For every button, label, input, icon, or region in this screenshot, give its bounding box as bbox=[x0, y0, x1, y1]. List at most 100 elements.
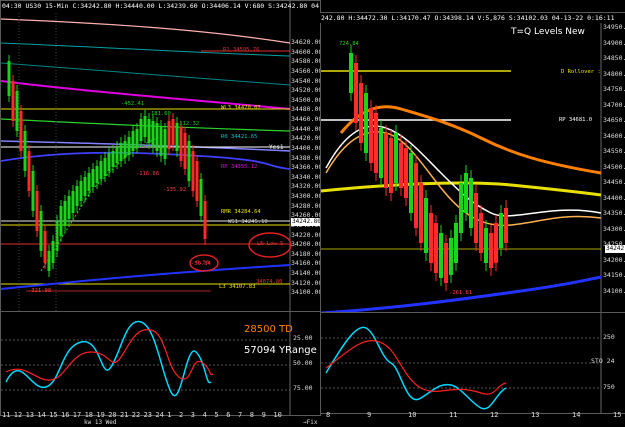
candle-body-21 bbox=[91, 169, 95, 187]
right-price-tick-10: 34450.0 bbox=[603, 178, 625, 186]
candle-body-23 bbox=[99, 161, 103, 179]
right-candle-body-4 bbox=[369, 108, 373, 163]
right-level-rollover: D Rollover : bbox=[561, 69, 601, 75]
level-ws1: WS1 34245.10 bbox=[228, 219, 268, 225]
left-price-tick-3: 34560.00 bbox=[291, 66, 321, 75]
candle-body-35 bbox=[147, 119, 151, 143]
candle-body-14 bbox=[63, 201, 67, 226]
candle-body-5 bbox=[27, 151, 31, 191]
left-price-tick-20: 34220.00 bbox=[291, 230, 321, 239]
right-price-tick-4: 34750.0 bbox=[603, 85, 625, 93]
right-oscillator-panel[interactable]: 250 STO 24 750 bbox=[320, 312, 625, 414]
right-oscillator-plot bbox=[321, 313, 602, 413]
candle-body-8 bbox=[39, 211, 43, 251]
right-candle-body-22 bbox=[459, 183, 463, 233]
level-r0: R0 34421.65 bbox=[221, 134, 258, 140]
right-main-chart[interactable]: 34950.0 34900.0 34850.0 34800.0 34750.0 34700… bbox=[320, 12, 625, 314]
left-x-tick-19: 6 bbox=[226, 411, 231, 419]
right-candle-body-31 bbox=[504, 208, 508, 243]
left-time-axis[interactable]: 11 12 13 14 15 16 17 18 19 20 21 22 23 24 1 2 3 4 5 6 7 8 9 10 … bbox=[0, 411, 319, 427]
candle-body-4 bbox=[23, 131, 27, 171]
right-x-tick-1: 9 bbox=[367, 411, 372, 419]
candle-body-49 bbox=[203, 201, 207, 239]
left-price-tick-1: 34600.00 bbox=[291, 47, 321, 56]
right-price-tick-15: 34200.0 bbox=[603, 255, 625, 264]
right-x-tick-4: 12 bbox=[490, 411, 499, 419]
candle-body-47 bbox=[195, 161, 199, 201]
candle-body-1 bbox=[11, 81, 15, 121]
osc-axis-25: 25.00 bbox=[293, 334, 313, 342]
left-price-tick-0: 34620.00 bbox=[291, 38, 321, 46]
teal-band-line bbox=[1, 62, 291, 86]
right-candle-body-20 bbox=[449, 238, 453, 275]
right-x-tick-2: 10 bbox=[408, 411, 417, 419]
right-candle-body-3 bbox=[364, 93, 368, 153]
candle-body-20 bbox=[87, 173, 91, 191]
right-price-tick-16: 34150.0 bbox=[603, 271, 625, 279]
candle-body-42 bbox=[175, 123, 179, 151]
right-candle-body-25 bbox=[474, 193, 478, 243]
right-candle-body-28 bbox=[489, 233, 493, 268]
candle-body-33 bbox=[139, 119, 143, 141]
right-osc-cyan bbox=[325, 326, 507, 410]
left-x-tick-4: 15 bbox=[49, 411, 58, 419]
left-x-tick-1: 12 bbox=[13, 411, 23, 419]
candle-body-27 bbox=[115, 147, 119, 163]
left-price-tick-6: 34500.00 bbox=[291, 95, 321, 104]
candle-body-0 bbox=[7, 61, 11, 96]
osc-axis-75: 75.00 bbox=[293, 384, 313, 392]
left-oscillator-panel[interactable]: 28500 TD 57094 YRange 25.00 50.00 75.00 bbox=[0, 311, 321, 416]
right-low-label: -261.81 bbox=[449, 290, 473, 296]
left-price-tick-16: 34300.00 bbox=[291, 192, 321, 201]
left-price-tick-2: 34580.00 bbox=[291, 57, 321, 66]
left-price-tick-15: 34320.00 bbox=[291, 182, 321, 191]
left-corner-fix[interactable]: →Fix bbox=[303, 419, 317, 426]
left-main-chart[interactable]: 04:30 US30 15-Min C:34242.80 H:34440.00 … bbox=[0, 0, 321, 313]
right-candle-body-10 bbox=[399, 143, 403, 188]
left-x-tick-7: 18 bbox=[84, 411, 94, 419]
right-osc-axis-sto: STO 24 bbox=[591, 357, 615, 365]
osc-red-line bbox=[5, 329, 214, 381]
annotation-a5: -135.92 bbox=[163, 187, 187, 193]
candle-body-16 bbox=[71, 191, 75, 213]
left-x-tick-20: 7 bbox=[238, 411, 243, 419]
left-price-tick-24: 34140.00 bbox=[291, 269, 321, 278]
left-x-tick-8: 19 bbox=[96, 411, 105, 419]
candle-body-43 bbox=[179, 127, 183, 161]
candle-body-10 bbox=[47, 251, 51, 271]
osc-axis-50: 50.00 bbox=[293, 359, 313, 367]
candle-body-45 bbox=[187, 141, 191, 181]
annotation-a2: 181.60 bbox=[151, 111, 171, 117]
right-price-tick-1: 34900.0 bbox=[603, 38, 625, 47]
right-candle-body-6 bbox=[379, 128, 383, 178]
right-time-axis[interactable]: 8 9 10 11 12 13 14 15 bbox=[320, 411, 624, 427]
left-price-tick-23: 34160.00 bbox=[291, 259, 321, 268]
left-price-tick-8: 34460.00 bbox=[291, 115, 321, 124]
right-osc-axis-250: 250 bbox=[603, 333, 615, 341]
right-current-price-badge: 34242.8 bbox=[605, 245, 625, 253]
right-price-tick-0: 34950.0 bbox=[603, 23, 625, 31]
right-x-tick-6: 14 bbox=[572, 411, 581, 419]
right-price-tick-2: 34850.0 bbox=[603, 54, 625, 62]
right-candle-body-5 bbox=[374, 113, 378, 173]
yrange-label: 57094 YRange bbox=[244, 345, 317, 356]
candle-body-6 bbox=[31, 171, 35, 211]
right-top-label: 724.84 bbox=[339, 41, 359, 47]
circle-small-label: 0.53 bbox=[196, 260, 210, 266]
right-candle-body-18 bbox=[439, 233, 443, 278]
right-candle-body-14 bbox=[419, 183, 423, 243]
left-x-tick-18: 5 bbox=[214, 411, 219, 419]
right-candle-body-21 bbox=[454, 223, 458, 263]
right-candle-body-19 bbox=[444, 243, 448, 283]
candle-body-3 bbox=[19, 111, 23, 151]
right-candle-body-8 bbox=[389, 138, 393, 193]
candle-body-18 bbox=[79, 181, 83, 201]
level-l3: L3 34107.83 bbox=[219, 284, 256, 290]
level-l3b: 34074.80 bbox=[256, 279, 283, 285]
left-x-tick-11: 22 bbox=[131, 411, 141, 419]
left-x-tick-9: 20 bbox=[108, 411, 117, 419]
candle-body-15 bbox=[67, 196, 71, 219]
left-price-tick-7: 34480.00 bbox=[291, 105, 321, 114]
left-x-tick-10: 21 bbox=[120, 411, 129, 419]
candle-body-36 bbox=[151, 121, 155, 147]
